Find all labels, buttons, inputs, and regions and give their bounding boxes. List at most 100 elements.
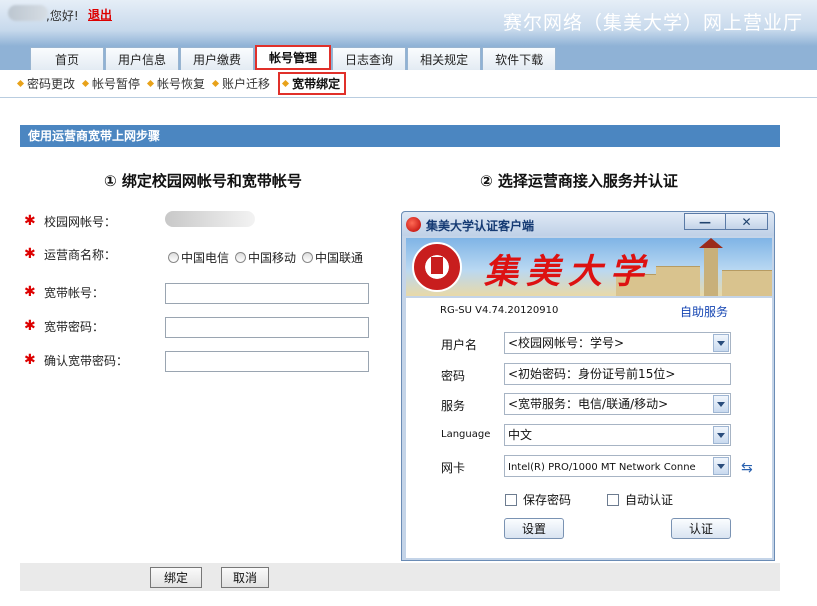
section-title: 使用运营商宽带上网步骤 [20, 125, 780, 147]
subnav-item-account-restore[interactable]: 帐号恢复 [146, 75, 206, 92]
bullet-icon [16, 79, 25, 88]
subnav-label: 帐号恢复 [157, 77, 206, 91]
confirm-password-row: ✱ 确认宽带密码： [24, 349, 164, 371]
service-select[interactable]: <宽带服务：电信/联通/移动> [504, 393, 731, 415]
self-service-link[interactable]: 自助服务 [680, 303, 728, 320]
campus-account-value-redacted [165, 211, 255, 227]
greeting-text: ,您好! [46, 9, 79, 23]
carrier-label: 运营商名称： [44, 247, 117, 262]
nic-value: Intel(R) PRO/1000 MT Network Conne [508, 462, 696, 473]
subnav-item-account-migrate[interactable]: 账户迁移 [212, 75, 270, 92]
carrier-option-unicom[interactable]: 中国联通 [302, 249, 363, 266]
service-label: 服务 [441, 399, 466, 413]
required-icon: ✱ [24, 284, 36, 300]
radio-icon[interactable] [235, 252, 247, 263]
auto-auth-checkbox[interactable]: 自动认证 [607, 491, 673, 508]
required-icon: ✱ [24, 213, 36, 229]
confirm-password-label: 确认宽带密码： [44, 353, 129, 368]
client-titlebar[interactable]: 集美大学认证客户端 — ✕ [402, 212, 774, 236]
step1-title: ① 绑定校园网帐号和宽带帐号 [104, 172, 302, 190]
chevron-down-icon[interactable] [713, 334, 729, 352]
radio-label: 中国移动 [248, 251, 297, 265]
bullet-icon [212, 79, 220, 88]
broadband-password-label: 宽带密码： [44, 319, 105, 334]
chevron-down-icon[interactable] [713, 395, 729, 413]
bullet-icon [81, 79, 90, 88]
campus-account-label: 校园网帐号： [44, 214, 117, 229]
password-field[interactable]: <初始密码：身份证号前15位> [504, 363, 731, 385]
sub-nav: 密码更改 帐号暂停 帐号恢复 账户迁移 宽带绑定 [0, 70, 817, 98]
banner-building [722, 270, 772, 296]
banner-tower-roof [699, 238, 723, 248]
refresh-icon[interactable]: ⇆ [741, 460, 753, 476]
chevron-down-icon[interactable] [713, 426, 729, 444]
tab-software-download[interactable]: 软件下载 [482, 47, 557, 70]
broadband-account-row: ✱ 宽带帐号： [24, 281, 164, 303]
auth-client-window: 集美大学认证客户端 — ✕ 集美大学 [401, 211, 775, 561]
bullet-icon [146, 79, 155, 88]
carrier-radio-group: 中国电信 中国移动 中国联通 [168, 249, 369, 266]
carrier-row: ✱ 运营商名称： [24, 243, 164, 265]
checkbox-icon[interactable] [505, 493, 517, 506]
carrier-option-telecom[interactable]: 中国电信 [168, 249, 229, 266]
confirm-password-input[interactable] [165, 351, 369, 372]
language-select[interactable]: 中文 [504, 424, 731, 446]
client-title: 集美大学认证客户端 [426, 219, 535, 233]
tab-user-info[interactable]: 用户信息 [105, 47, 180, 70]
close-button[interactable]: ✕ [726, 213, 768, 230]
main-nav-tabs: 首页 用户信息 用户缴费 帐号管理 日志查询 相关规定 软件下载 [30, 45, 557, 70]
chevron-down-icon[interactable] [713, 457, 729, 475]
university-seal-icon [412, 242, 462, 292]
save-password-checkbox[interactable]: 保存密码 [505, 491, 571, 508]
bind-button[interactable]: 绑定 [150, 567, 202, 588]
broadband-account-input[interactable] [165, 283, 369, 304]
step2-title: ② 选择运营商接入服务并认证 [480, 172, 678, 190]
service-value: <宽带服务：电信/联通/移动> [508, 397, 669, 411]
site-title: 赛尔网络（集美大学）网上营业厅 [502, 12, 803, 34]
banner-tower [704, 246, 718, 296]
footer-action-bar [20, 563, 780, 591]
auto-auth-label: 自动认证 [625, 493, 674, 507]
tab-user-payment[interactable]: 用户缴费 [180, 47, 255, 70]
banner-building [656, 266, 700, 296]
password-label: 密码 [441, 369, 466, 383]
campus-account-row: ✱ 校园网帐号： [24, 210, 164, 232]
save-password-label: 保存密码 [523, 493, 572, 507]
minimize-button[interactable]: — [684, 213, 726, 230]
tab-regulations[interactable]: 相关规定 [407, 47, 482, 70]
subnav-label: 密码更改 [27, 77, 76, 91]
username-select[interactable]: <校园网帐号：学号> [504, 332, 731, 354]
password-value: <初始密码：身份证号前15位> [508, 367, 676, 381]
subnav-item-broadband-binding[interactable]: 宽带绑定 [278, 72, 347, 95]
nic-select[interactable]: Intel(R) PRO/1000 MT Network Conne [504, 455, 731, 477]
logout-link[interactable]: 退出 [88, 6, 112, 23]
top-header: ,您好! 退出 赛尔网络（集美大学）网上营业厅 首页 用户信息 用户缴费 帐号管… [0, 0, 817, 70]
client-logo-icon [406, 217, 421, 232]
radio-icon[interactable] [168, 252, 179, 263]
username-redacted [8, 5, 48, 21]
subnav-item-password-change[interactable]: 密码更改 [16, 75, 76, 92]
required-icon: ✱ [24, 352, 36, 368]
subnav-label: 帐号暂停 [92, 77, 141, 91]
banner-calligraphy: 集美大学 [484, 252, 652, 292]
subnav-label: 宽带绑定 [292, 77, 341, 91]
broadband-password-row: ✱ 宽带密码： [24, 315, 164, 337]
cancel-button[interactable]: 取消 [221, 567, 269, 588]
client-version: RG-SU V4.74.20120910 [440, 305, 559, 316]
settings-button[interactable]: 设置 [504, 518, 564, 539]
checkbox-icon[interactable] [607, 493, 619, 506]
tab-account-management[interactable]: 帐号管理 [255, 45, 332, 70]
username-value: <校园网帐号：学号> [508, 336, 625, 350]
username-label: 用户名 [441, 338, 478, 352]
radio-icon[interactable] [302, 252, 314, 263]
tab-log-query[interactable]: 日志查询 [332, 47, 407, 70]
auth-button[interactable]: 认证 [671, 518, 731, 539]
client-banner: 集美大学 [406, 238, 772, 296]
language-value: 中文 [508, 428, 533, 442]
tab-home[interactable]: 首页 [30, 47, 104, 70]
subnav-item-account-suspend[interactable]: 帐号暂停 [81, 75, 141, 92]
bullet-icon [282, 79, 290, 88]
broadband-password-input[interactable] [165, 317, 369, 338]
nic-label: 网卡 [441, 461, 466, 475]
carrier-option-mobile[interactable]: 中国移动 [235, 249, 296, 266]
